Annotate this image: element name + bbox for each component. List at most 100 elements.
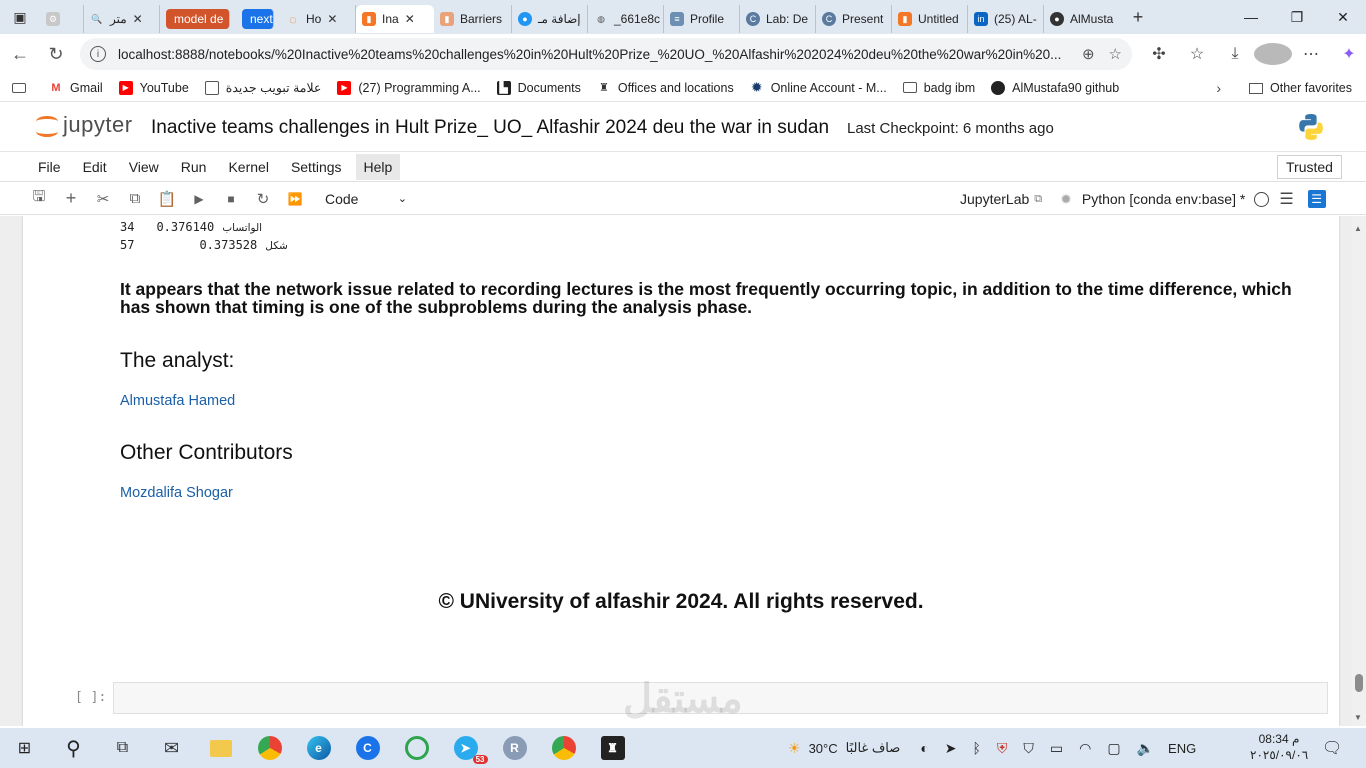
display-icon[interactable]: ▢ xyxy=(1107,740,1120,757)
zoom-icon[interactable]: ⊕ xyxy=(1082,45,1095,63)
bookmark-folder-badg[interactable]: badg ibm xyxy=(895,81,983,95)
menu-file[interactable]: File xyxy=(30,154,69,180)
chrome-icon[interactable] xyxy=(245,728,294,768)
bookmark-offices[interactable]: ♜ Offices and locations xyxy=(589,81,742,95)
browser-tab[interactable]: ◌ Ho ✕ xyxy=(280,5,356,33)
back-icon[interactable]: ← xyxy=(2,36,38,72)
kernel-name[interactable]: Python [conda env:base] * xyxy=(1082,191,1245,207)
notebook-title[interactable]: Inactive teams challenges in Hult Prize_… xyxy=(151,117,829,139)
tray-app-icon[interactable]: ◐ xyxy=(920,740,928,756)
clock[interactable]: 08:34 م ٢٠٢٥/٠٩/٠٦ xyxy=(1250,731,1308,763)
analyst-name-link[interactable]: Almustafa Hamed xyxy=(120,393,235,409)
r-icon[interactable]: R xyxy=(490,728,539,768)
cell-type-select[interactable]: Code ⌄ xyxy=(321,187,411,211)
scroll-down-icon[interactable]: ▼ xyxy=(1354,713,1362,722)
favorites-icon[interactable]: ☆ xyxy=(1178,44,1216,64)
bookmark-programming[interactable]: ▶ (27) Programming A... xyxy=(329,80,488,95)
browser-tab[interactable]: ● AlMusta xyxy=(1044,5,1118,33)
browser-tab[interactable]: C Present xyxy=(816,5,892,33)
browser-tab[interactable]: ▮ Untitled xyxy=(892,5,968,33)
menu-view[interactable]: View xyxy=(121,154,167,180)
browser-tab[interactable]: next xyxy=(236,5,280,33)
info-icon[interactable]: i xyxy=(90,46,106,62)
weather-temp[interactable]: 30°C xyxy=(809,741,838,756)
app-icon[interactable]: ♜ xyxy=(588,728,637,768)
browser-tab[interactable]: model de xyxy=(160,5,236,33)
run-icon[interactable]: ▶ xyxy=(183,185,215,213)
fast-forward-icon[interactable]: ⏩ xyxy=(279,185,311,213)
copilot-icon[interactable]: ✦ xyxy=(1330,44,1366,64)
chrome-alt-icon[interactable] xyxy=(539,728,588,768)
star-icon[interactable]: ☆ xyxy=(1109,45,1122,63)
debugger-icon[interactable]: ✹ xyxy=(1060,191,1072,208)
restore-icon[interactable]: ❐ xyxy=(1274,0,1320,34)
task-view-icon[interactable]: ⧉ xyxy=(98,728,147,768)
property-inspector-icon[interactable]: ☰ xyxy=(1307,190,1326,208)
browser-tab[interactable]: 🔍 متر ✕ xyxy=(84,5,160,33)
more-icon[interactable]: ⋯ xyxy=(1292,44,1330,64)
weather-text[interactable]: صاف غالبًا xyxy=(846,740,901,756)
add-cell-icon[interactable]: + xyxy=(55,185,87,213)
reload-icon[interactable]: ↻ xyxy=(38,36,74,72)
defender-icon[interactable]: ⛉ xyxy=(1023,740,1034,757)
telegram-icon[interactable]: ➤ 53 xyxy=(441,728,490,768)
mail-icon[interactable]: ✉ xyxy=(147,728,196,768)
minimize-icon[interactable]: — xyxy=(1228,0,1274,34)
start-icon[interactable]: ⊞ xyxy=(0,728,49,768)
bookmark-documents[interactable]: ▙ Documents xyxy=(489,80,589,95)
browser-tab[interactable]: ● إضافة مـ xyxy=(512,5,588,33)
extensions-icon[interactable]: ✣ xyxy=(1140,44,1178,64)
scroll-up-icon[interactable]: ▲ xyxy=(1354,224,1362,233)
menu-kernel[interactable]: Kernel xyxy=(220,154,276,180)
stop-icon[interactable]: ■ xyxy=(215,185,247,213)
security-icon[interactable]: ⛨ xyxy=(997,740,1008,757)
url-input[interactable]: i localhost:8888/notebooks/%20Inactive%2… xyxy=(80,38,1132,70)
other-favorites[interactable]: Other favorites xyxy=(1270,81,1352,95)
green-app-icon[interactable] xyxy=(392,728,441,768)
bluetooth-icon[interactable]: ᛒ xyxy=(973,740,981,756)
copy-icon[interactable]: ⧉ xyxy=(119,185,151,213)
sidebar-toggle-icon[interactable]: ▣ xyxy=(0,0,40,34)
edge-icon[interactable]: e xyxy=(294,728,343,768)
close-icon[interactable]: ✕ xyxy=(327,12,337,26)
menu-icon[interactable]: ☰ xyxy=(1279,189,1293,209)
jupyter-logo[interactable]: jupyter xyxy=(36,112,133,138)
battery-icon[interactable]: ▭ xyxy=(1050,740,1063,757)
menu-run[interactable]: Run xyxy=(173,154,215,180)
jupyterlab-link[interactable]: JupyterLab xyxy=(960,191,1029,207)
browser-tab[interactable]: ⚙ xyxy=(40,5,84,33)
browser-tab[interactable]: ≡ Profile xyxy=(664,5,740,33)
save-icon[interactable]: 🖫 xyxy=(23,185,55,213)
search-icon[interactable]: ⚲ xyxy=(49,728,98,768)
browser-tab[interactable]: ▮ Barriers xyxy=(434,5,512,33)
browser-tab[interactable]: ◍ _661e8c xyxy=(588,5,664,33)
close-icon[interactable]: ✕ xyxy=(133,12,143,26)
new-tab-icon[interactable]: + xyxy=(1118,0,1158,34)
bookmark-online-account[interactable]: ✹ Online Account - M... xyxy=(742,79,895,95)
scrollbar[interactable]: ▲ ▼ xyxy=(1352,216,1366,726)
c-app-icon[interactable]: C xyxy=(343,728,392,768)
cut-icon[interactable]: ✂ xyxy=(87,185,119,213)
browser-tab[interactable]: in (25) AL- xyxy=(968,5,1044,33)
paste-icon[interactable]: 📋 xyxy=(151,185,183,213)
tab-group-pill[interactable]: next xyxy=(242,9,274,29)
bookmark-gmail[interactable]: M Gmail xyxy=(41,81,111,95)
file-explorer-icon[interactable] xyxy=(196,728,245,768)
scroll-thumb[interactable] xyxy=(1355,674,1363,692)
telegram-tray-icon[interactable]: ➤ xyxy=(945,740,957,757)
bookmark-youtube[interactable]: ▶ YouTube xyxy=(111,80,197,95)
tab-group-pill[interactable]: model de xyxy=(166,9,230,29)
close-window-icon[interactable]: ✕ xyxy=(1320,0,1366,34)
contributor-name-link[interactable]: Mozdalifa Shogar xyxy=(120,485,233,501)
menu-settings[interactable]: Settings xyxy=(283,154,350,180)
browser-tab-active[interactable]: ▮ Ina ✕ xyxy=(356,5,434,33)
wifi-icon[interactable]: ◠ xyxy=(1079,740,1091,757)
notifications-icon[interactable]: 🗨 xyxy=(1322,738,1342,758)
close-icon[interactable]: ✕ xyxy=(405,12,415,26)
language-indicator[interactable]: ENG xyxy=(1168,741,1196,756)
profile-avatar[interactable] xyxy=(1254,43,1292,65)
downloads-icon[interactable]: ⤓ xyxy=(1216,45,1254,63)
bookmark-new-tab[interactable]: علامة تبويب جديدة xyxy=(197,80,330,95)
volume-icon[interactable]: 🔈 xyxy=(1137,740,1154,757)
menu-help[interactable]: Help xyxy=(355,153,401,180)
